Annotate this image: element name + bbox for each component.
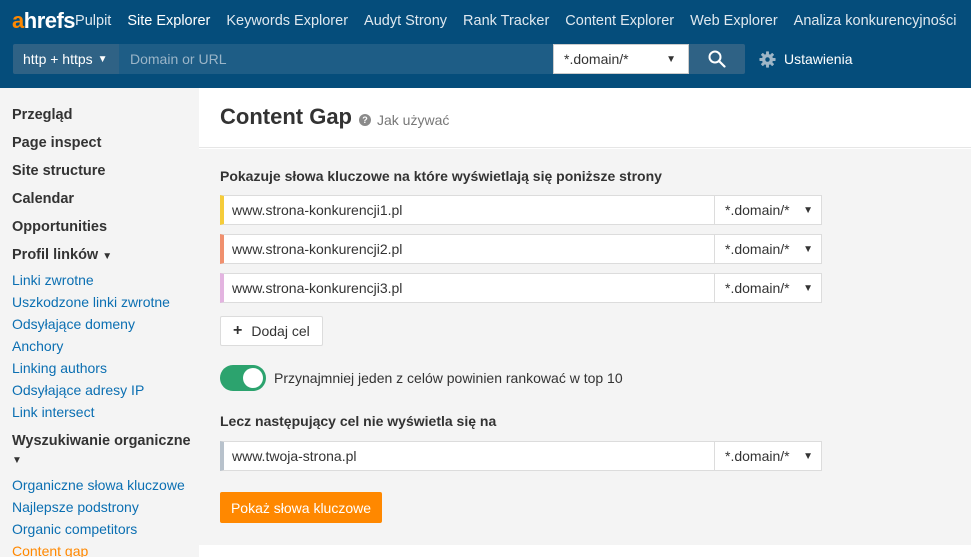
exclude-target-row: *.domain/* ▼ xyxy=(220,441,822,471)
show-keywords-button[interactable]: Pokaż słowa kluczowe xyxy=(220,492,382,523)
settings-label: Ustawienia xyxy=(784,51,853,67)
sidebar-item-broken-backlinks[interactable]: Uszkodzone linki zwrotne xyxy=(12,291,199,313)
top10-toggle-row: Przynajmniej jeden z celów powinien rank… xyxy=(220,365,623,391)
chevron-down-icon: ▼ xyxy=(666,53,676,65)
mode-select[interactable]: *.domain/* ▼ xyxy=(553,44,689,74)
nav-item-rank-tracker[interactable]: Rank Tracker xyxy=(463,13,549,29)
chevron-down-icon: ▼ xyxy=(803,243,813,255)
nav-item-web-explorer[interactable]: Web Explorer xyxy=(690,13,778,29)
domain-search-input[interactable] xyxy=(119,44,553,74)
sidebar-item-page-inspect[interactable]: Page inspect xyxy=(12,129,199,157)
chevron-down-icon: ▼ xyxy=(803,282,813,294)
search-icon xyxy=(708,50,726,68)
sidebar-item-content-gap[interactable]: Content gap xyxy=(12,540,199,557)
target-row: *.domain/* ▼ xyxy=(220,195,822,225)
target-mode-value: *.domain/* xyxy=(725,280,790,296)
target-row: *.domain/* ▼ xyxy=(220,273,822,303)
protocol-label: http + https xyxy=(23,51,93,67)
target-url-input[interactable] xyxy=(224,235,712,263)
target-url-input[interactable] xyxy=(224,274,712,302)
sidebar-item-calendar[interactable]: Calendar xyxy=(12,185,199,213)
exclude-url-input[interactable] xyxy=(224,442,712,470)
nav-item-content-explorer[interactable]: Content Explorer xyxy=(565,13,674,29)
sidebar-item-site-structure[interactable]: Site structure xyxy=(12,157,199,185)
target-row: *.domain/* ▼ xyxy=(220,234,822,264)
target-url-input[interactable] xyxy=(224,196,712,224)
main-panel: Content Gap ? Jak używać Pokazuje słowa … xyxy=(199,88,971,557)
sidebar-item-referring-ips[interactable]: Odsyłające adresy IP xyxy=(12,379,199,401)
nav-item-analiza-konkurencyjnosci[interactable]: Analiza konkurencyjności xyxy=(794,13,957,29)
settings-button[interactable]: Ustawienia xyxy=(759,44,852,74)
gear-icon xyxy=(759,50,776,68)
target-mode-value: *.domain/* xyxy=(725,241,790,257)
toggle-knob xyxy=(243,368,263,388)
page-header: Content Gap ? Jak używać xyxy=(199,88,971,148)
sidebar: Przegląd Page inspect Site structure Cal… xyxy=(0,88,199,557)
exclude-mode-value: *.domain/* xyxy=(725,448,790,464)
sidebar-section-label: Wyszukiwanie organiczne xyxy=(12,433,191,449)
nav-item-keywords-explorer[interactable]: Keywords Explorer xyxy=(226,13,348,29)
protocol-select[interactable]: http + https ▼ xyxy=(13,44,119,74)
question-icon: ? xyxy=(359,114,371,126)
sidebar-item-referring-domains[interactable]: Odsyłające domeny xyxy=(12,313,199,335)
targets-section-label: Pokazuje słowa kluczowe na które wyświet… xyxy=(220,168,662,184)
sidebar-item-linking-authors[interactable]: Linking authors xyxy=(12,357,199,379)
search-bar: http + https ▼ *.domain/* ▼ xyxy=(0,42,971,88)
sidebar-section-backlink-profile[interactable]: Profil linków ▼ xyxy=(12,241,199,269)
chevron-down-icon: ▼ xyxy=(803,204,813,216)
target-mode-value: *.domain/* xyxy=(725,202,790,218)
chevron-down-icon: ▼ xyxy=(102,251,113,262)
sidebar-item-organic-competitors[interactable]: Organic competitors xyxy=(12,518,199,540)
top10-toggle[interactable] xyxy=(220,365,266,391)
nav-item-audyt-strony[interactable]: Audyt Strony xyxy=(364,13,447,29)
exclude-section-label: Lecz następujący cel nie wyświetla się n… xyxy=(220,413,497,429)
ahrefs-logo[interactable]: ahrefs xyxy=(12,8,76,34)
help-label: Jak używać xyxy=(377,112,450,128)
sidebar-section-label: Profil linków xyxy=(12,247,99,263)
add-target-label: Dodaj cel xyxy=(251,323,310,339)
sidebar-item-organic-keywords[interactable]: Organiczne słowa kluczowe xyxy=(12,474,199,496)
sidebar-item-backlinks[interactable]: Linki zwrotne xyxy=(12,269,199,291)
target-mode-select[interactable]: *.domain/* ▼ xyxy=(714,235,822,263)
target-mode-select[interactable]: *.domain/* ▼ xyxy=(714,274,822,302)
page-title: Content Gap xyxy=(220,104,352,129)
sidebar-item-link-intersect[interactable]: Link intersect xyxy=(12,401,199,423)
help-link[interactable]: ? Jak używać xyxy=(359,112,449,128)
add-target-button[interactable]: + Dodaj cel xyxy=(220,316,323,346)
top-navigation: ahrefs Pulpit Site Explorer Keywords Exp… xyxy=(0,0,971,42)
sidebar-section-organic-search[interactable]: Wyszukiwanie organiczne ▼ xyxy=(12,432,192,470)
nav-item-pulpit[interactable]: Pulpit xyxy=(75,13,111,29)
plus-icon: + xyxy=(233,322,243,339)
top10-toggle-label: Przynajmniej jeden z celów powinien rank… xyxy=(274,370,623,386)
search-button[interactable] xyxy=(689,44,745,74)
chevron-down-icon: ▼ xyxy=(803,450,813,462)
sidebar-item-opportunities[interactable]: Opportunities xyxy=(12,213,199,241)
target-mode-select[interactable]: *.domain/* ▼ xyxy=(714,196,822,224)
chevron-down-icon: ▼ xyxy=(12,455,22,466)
sidebar-item-anchors[interactable]: Anchory xyxy=(12,335,199,357)
mode-select-value: *.domain/* xyxy=(564,51,629,67)
sidebar-item-top-pages[interactable]: Najlepsze podstrony xyxy=(12,496,199,518)
content-gap-form: Pokazuje słowa kluczowe na które wyświet… xyxy=(199,149,971,545)
sidebar-item-overview[interactable]: Przegląd xyxy=(12,101,199,129)
nav-item-site-explorer[interactable]: Site Explorer xyxy=(127,13,210,29)
exclude-mode-select[interactable]: *.domain/* ▼ xyxy=(714,442,822,470)
chevron-down-icon: ▼ xyxy=(97,53,108,65)
